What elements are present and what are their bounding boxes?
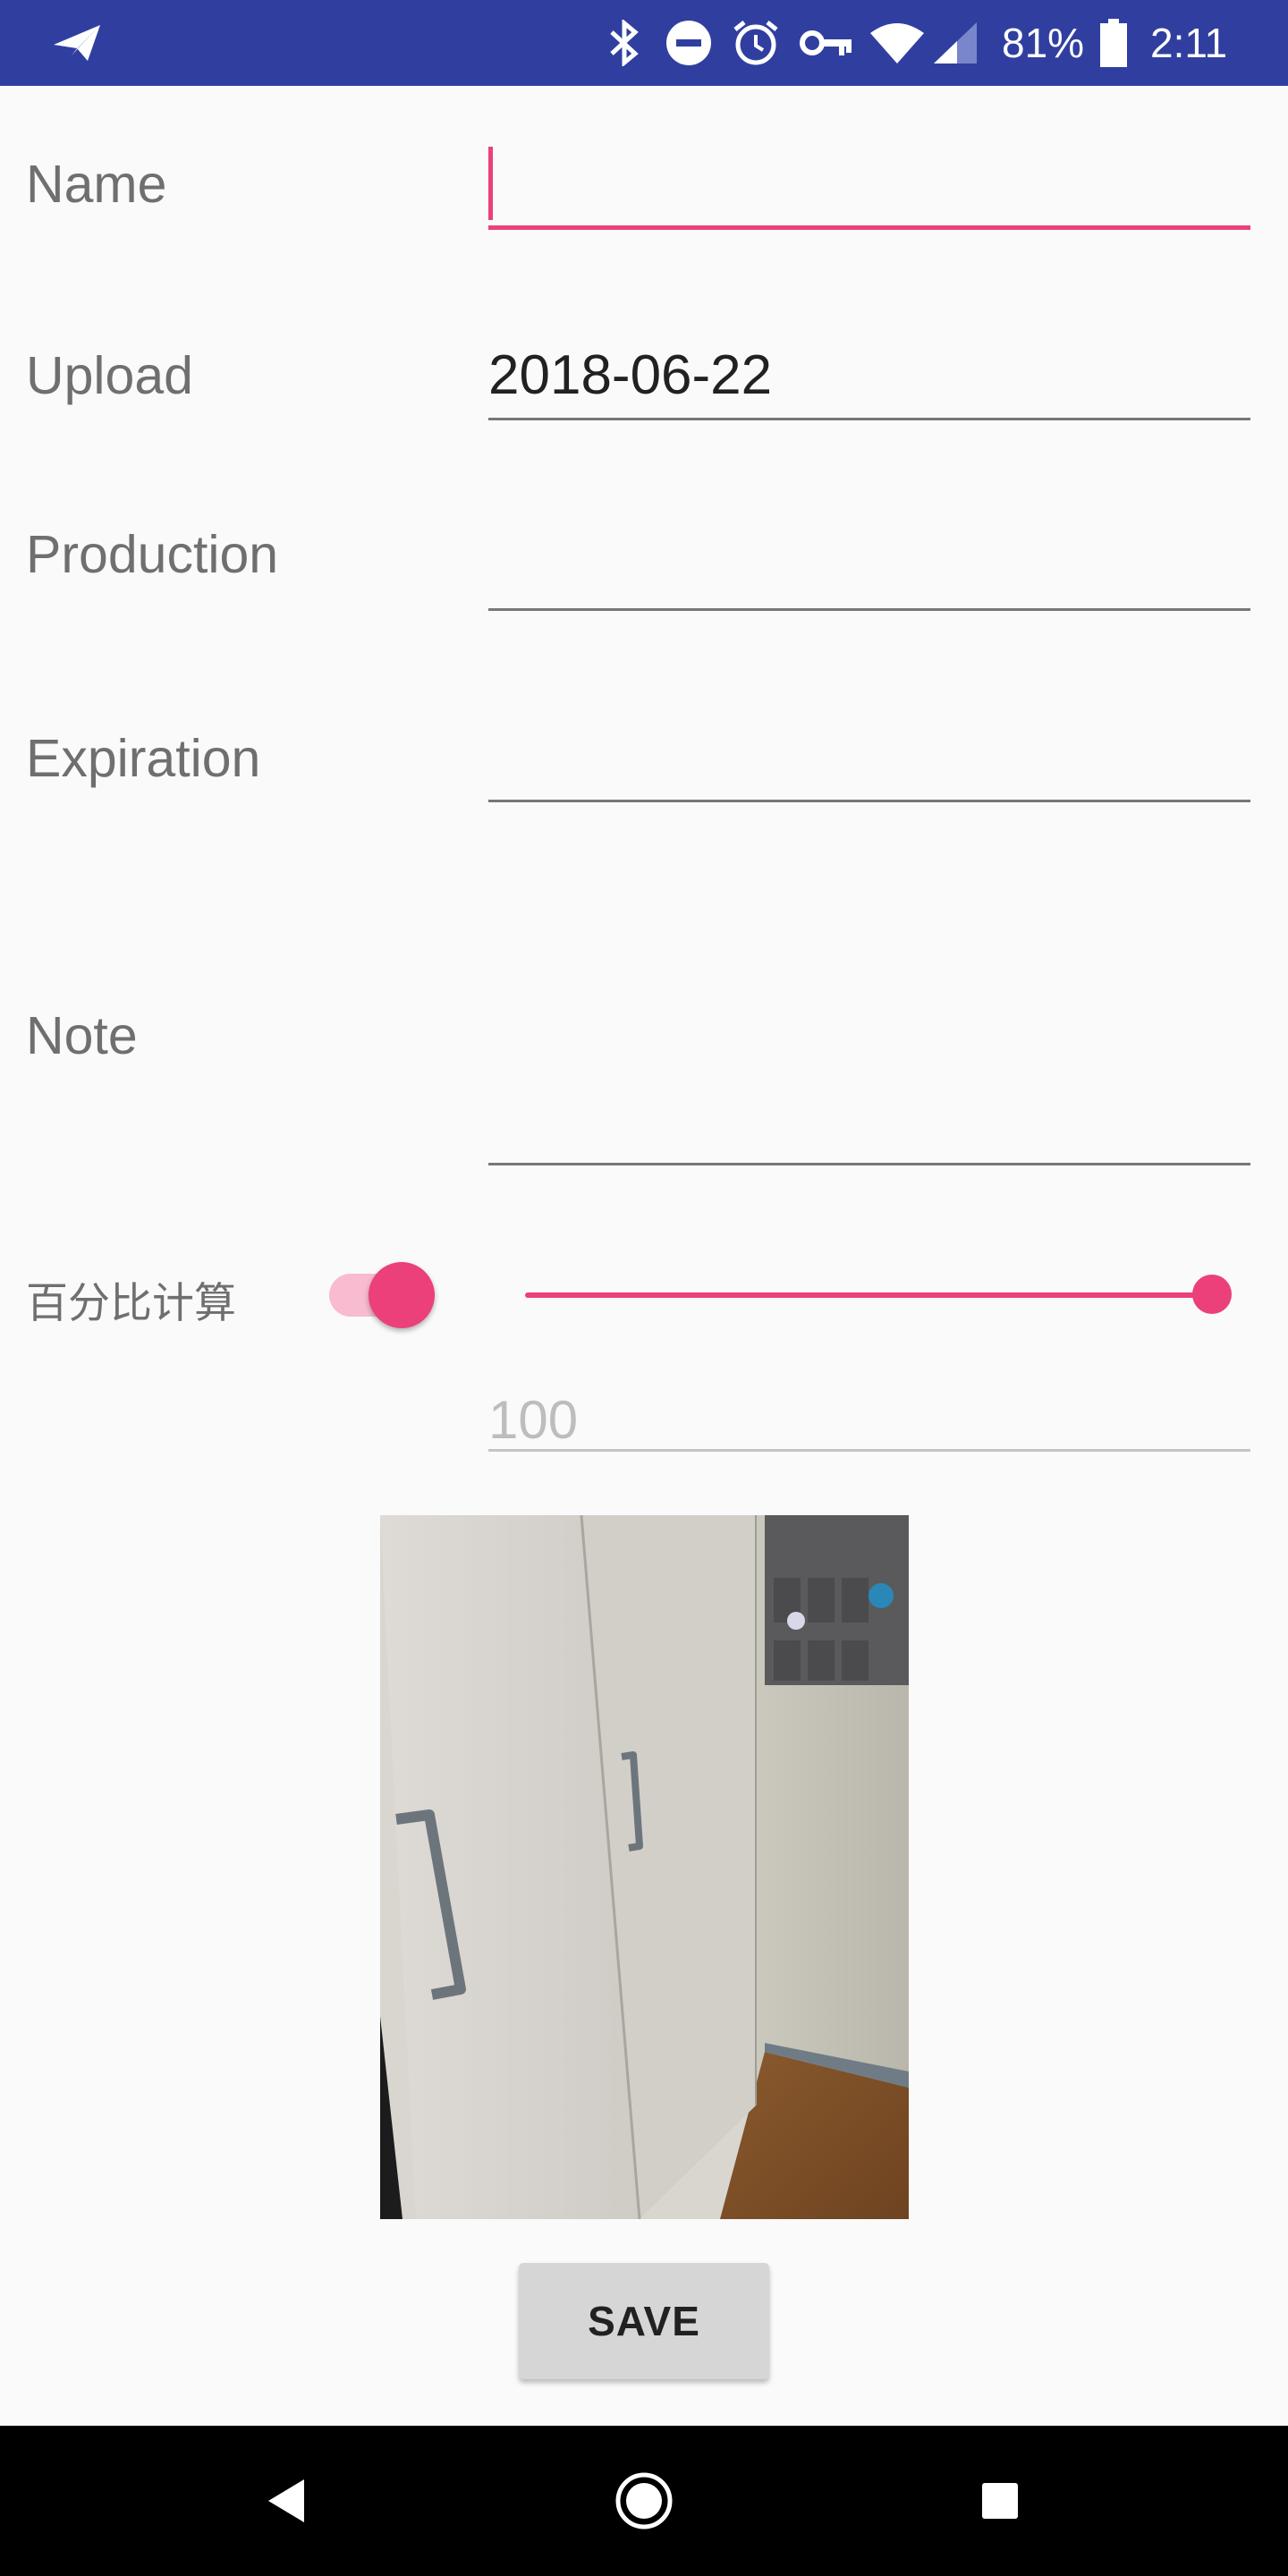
cellular-signal-icon [932, 0, 979, 86]
clock: 2:11 [1150, 20, 1228, 66]
production-underline [488, 608, 1250, 611]
upload-date-field[interactable]: 2018-06-22 [488, 331, 1250, 420]
text-cursor [488, 147, 493, 220]
production-label: Production [26, 525, 279, 584]
alarm-icon [732, 0, 780, 86]
percent-calc-label: 百分比计算 [26, 1279, 236, 1328]
wifi-icon [869, 0, 925, 86]
note-input[interactable] [488, 984, 1250, 1167]
status-bar: 81% 2:11 [0, 0, 1288, 86]
upload-label: Upload [26, 346, 193, 405]
bluetooth-icon [608, 0, 640, 86]
percent-value-input[interactable] [488, 1449, 1250, 1458]
expiration-label: Expiration [26, 729, 261, 788]
percent-slider[interactable] [525, 1270, 1232, 1318]
upload-underline [488, 418, 1250, 420]
name-underline [488, 225, 1250, 230]
name-label: Name [26, 155, 167, 214]
back-icon[interactable] [215, 2426, 358, 2576]
home-icon[interactable] [572, 2426, 716, 2576]
name-input[interactable] [488, 143, 1250, 233]
photo-wardrobe-image[interactable] [380, 1515, 909, 2219]
percent-value: 100 [488, 1390, 579, 1450]
slider-track [525, 1292, 1212, 1298]
save-button[interactable]: SAVE [519, 2263, 769, 2379]
do-not-disturb-icon [665, 0, 712, 86]
navigation-bar [0, 2426, 1288, 2576]
switch-thumb [369, 1262, 435, 1328]
note-underline [488, 1163, 1250, 1165]
battery-percent: 81% [1002, 20, 1085, 66]
percent-underline [488, 1449, 1250, 1452]
note-label: Note [26, 1006, 138, 1065]
recents-icon[interactable] [928, 2426, 1072, 2576]
expiration-underline [488, 800, 1250, 802]
slider-thumb[interactable] [1192, 1275, 1232, 1314]
expiration-date-field[interactable] [488, 710, 1250, 804]
vpn-key-icon [800, 0, 853, 86]
percent-calc-switch[interactable] [329, 1262, 435, 1328]
send-icon [52, 0, 102, 86]
battery-icon [1100, 0, 1127, 86]
production-date-field[interactable] [488, 519, 1250, 613]
upload-value: 2018-06-22 [488, 344, 773, 406]
